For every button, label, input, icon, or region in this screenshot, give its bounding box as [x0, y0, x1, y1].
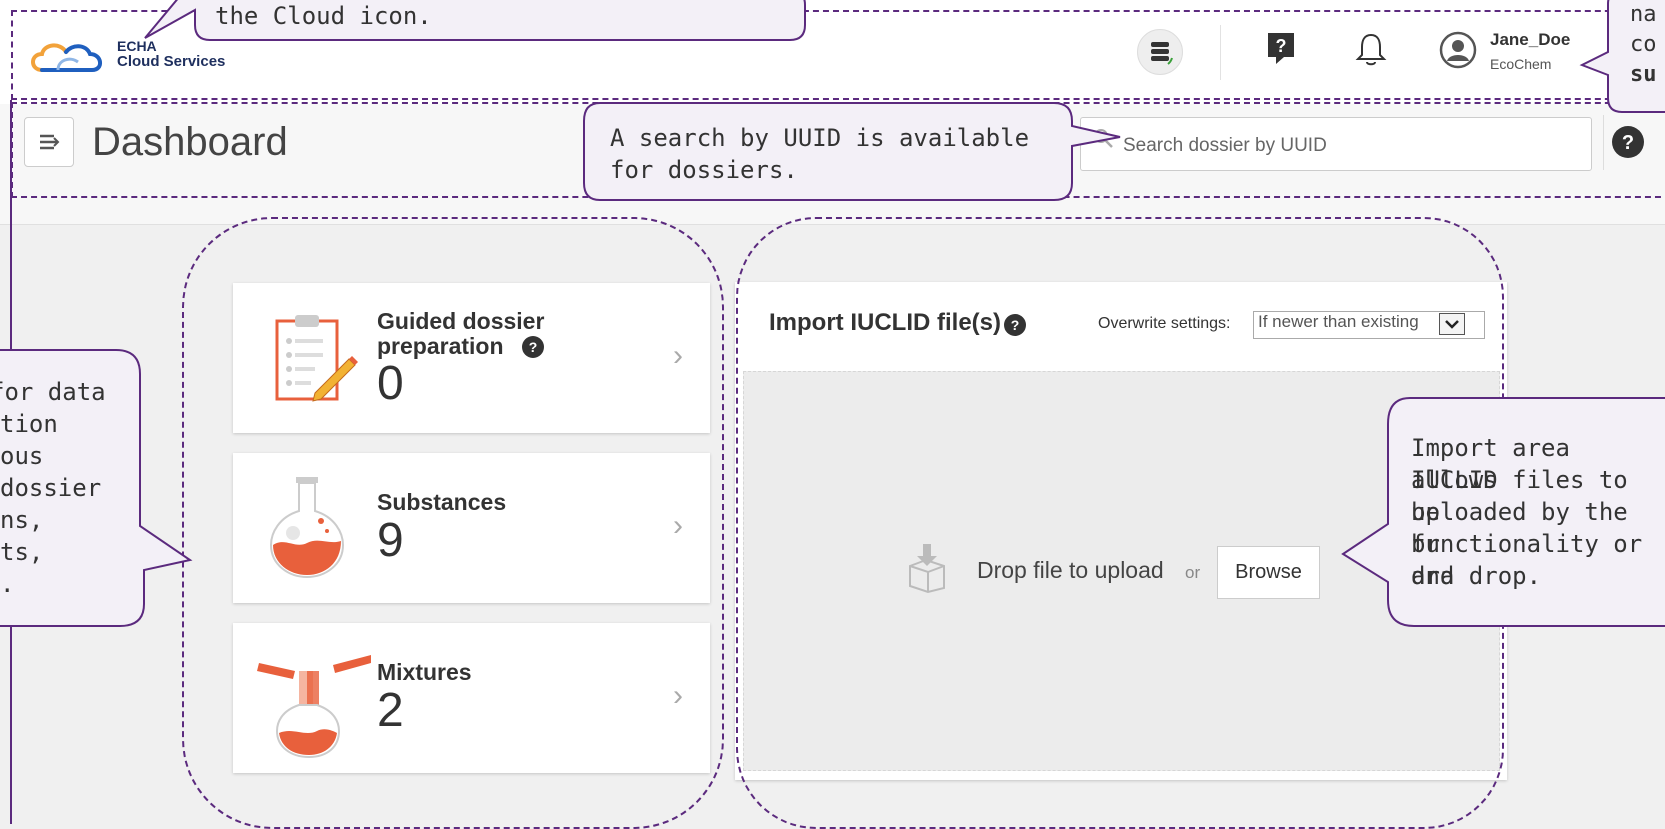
callout-search-line1: A search by UUID is available [610, 124, 1030, 152]
callout-left-line7: . [0, 570, 15, 598]
callout-left-line3: ous [0, 442, 44, 470]
callout-left-line5: ns, [0, 506, 44, 534]
callout-left-line4: dossier [0, 474, 102, 502]
callout-import-line5: and drop. [1411, 562, 1542, 590]
callout-left-line6: ts, [0, 538, 44, 566]
callout-search-line2: for dossiers. [610, 156, 798, 184]
callout-left-line2: tion [0, 410, 58, 438]
callout-top-right-line2: co [1630, 32, 1657, 57]
callout-left-line1: for data [0, 378, 106, 406]
callout-cloud-text: the Cloud icon. [215, 2, 432, 30]
callout-top-right-line3: su [1630, 62, 1657, 87]
callout-top-right-line1: na [1630, 2, 1657, 27]
